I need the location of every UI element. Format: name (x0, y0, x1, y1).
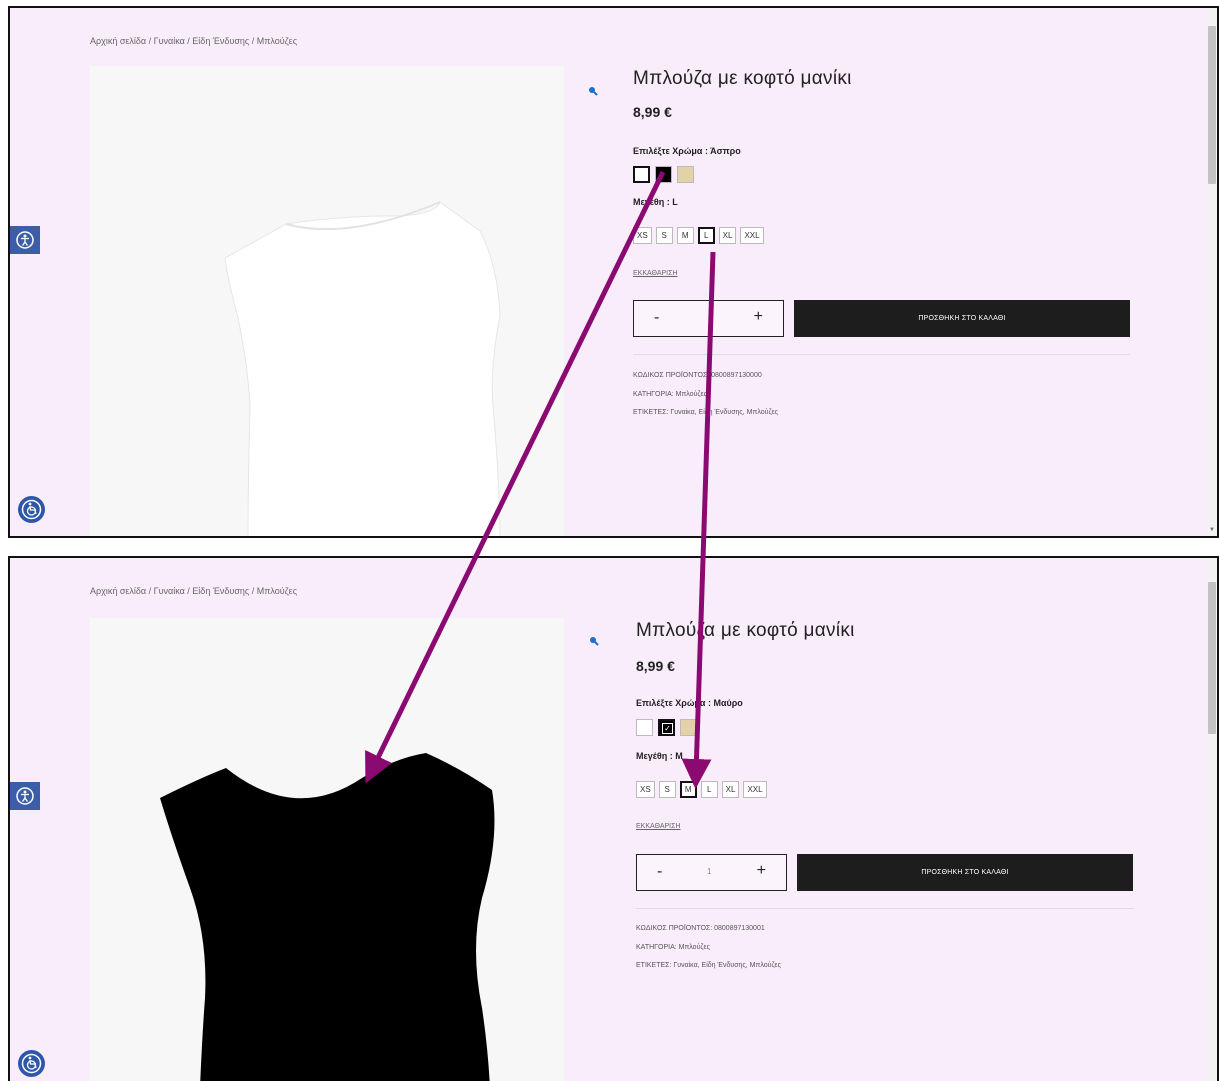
color-swatches (633, 166, 694, 183)
checkmark-icon: ✓ (662, 723, 673, 734)
white-tshirt-image (224, 201, 501, 536)
product-category[interactable]: ΚΑΤΗΓΟΡΙΑ: Μπλούζες (636, 944, 710, 951)
size-l[interactable]: L (697, 227, 715, 244)
accessibility-wheelchair-icon (21, 1053, 42, 1074)
size-l[interactable]: L (700, 781, 718, 798)
increase-qty-button[interactable]: + (754, 308, 763, 326)
swatch-black[interactable] (655, 166, 672, 183)
accessibility-person-icon (16, 231, 34, 249)
breadcrumb[interactable]: Αρχική σελίδα / Γυναίκα / Είδη Ένδυσης /… (90, 586, 297, 596)
product-title: Μπλούζα με κοφτό μανίκι (636, 620, 855, 641)
product-page-before: Αρχική σελίδα / Γυναίκα / Είδη Ένδυσης /… (8, 6, 1219, 538)
accessibility-widget-button[interactable] (18, 1050, 45, 1077)
increase-qty-button[interactable]: + (757, 862, 766, 880)
size-s[interactable]: S (655, 227, 673, 244)
decrease-qty-button[interactable]: - (657, 863, 662, 881)
scrollbar[interactable] (1207, 558, 1217, 1081)
quantity-stepper: - + (633, 300, 784, 337)
product-sku: ΚΩΔΙΚΟΣ ΠΡΟΪΟΝΤΟΣ: 0800897130001 (636, 925, 765, 932)
color-swatches: ✓ (636, 719, 697, 736)
divider (633, 354, 1130, 355)
size-options: XS S M L XL XXL (633, 227, 764, 244)
scroll-down-arrow-icon[interactable]: ▼ (1209, 527, 1215, 533)
breadcrumb[interactable]: Αρχική σελίδα / Γυναίκα / Είδη Ένδυσης /… (90, 36, 297, 46)
size-xl[interactable]: XL (721, 781, 740, 798)
size-label: Μεγέθη : M (636, 751, 683, 761)
size-xl[interactable]: XL (718, 227, 737, 244)
swatch-black[interactable]: ✓ (658, 719, 675, 736)
zoom-icon[interactable] (588, 86, 598, 96)
product-category[interactable]: ΚΑΤΗΓΟΡΙΑ: Μπλούζες (633, 391, 707, 398)
size-xxl[interactable]: XXL (740, 227, 764, 244)
swatch-beige[interactable] (680, 719, 697, 736)
product-page-after: Αρχική σελίδα / Γυναίκα / Είδη Ένδυσης /… (8, 556, 1219, 1081)
clear-selection-link[interactable]: ΕΚΚΑΘΑΡΙΣΗ (636, 823, 681, 830)
size-label: Μεγέθη : L (633, 197, 678, 207)
swatch-white[interactable] (636, 719, 653, 736)
accessibility-wheelchair-icon (21, 499, 42, 520)
product-tags[interactable]: ΕΤΙΚΕΤΕΣ: Γυναίκα, Είδη Ένδυσης, Μπλούζε… (636, 962, 781, 969)
decrease-qty-button[interactable]: - (654, 309, 659, 327)
product-tags[interactable]: ΕΤΙΚΕΤΕΣ: Γυναίκα, Είδη Ένδυσης, Μπλούζε… (633, 409, 778, 416)
color-label: Επιλέξτε Χρώμα : Άσπρο (633, 146, 741, 156)
quantity-stepper: - 1 + (636, 854, 787, 891)
size-xxl[interactable]: XXL (743, 781, 767, 798)
product-price: 8,99 € (636, 658, 675, 674)
accessibility-person-icon (16, 787, 34, 805)
accessibility-side-button[interactable] (10, 226, 40, 254)
size-s[interactable]: S (658, 781, 676, 798)
size-xs[interactable]: XS (633, 227, 652, 244)
black-tshirt-image (160, 753, 495, 1081)
size-xs[interactable]: XS (636, 781, 655, 798)
zoom-icon[interactable] (589, 636, 599, 646)
size-options: XS S M L XL XXL (636, 781, 767, 798)
scrollbar[interactable]: ▼ (1207, 8, 1217, 536)
swatch-white[interactable] (633, 166, 650, 183)
product-image[interactable] (90, 618, 564, 1081)
add-to-cart-button[interactable]: ΠΡΟΣΘΗΚΗ ΣΤΟ ΚΑΛΑΘΙ (794, 300, 1130, 337)
scrollbar-thumb[interactable] (1208, 582, 1216, 734)
add-to-cart-button[interactable]: ΠΡΟΣΘΗΚΗ ΣΤΟ ΚΑΛΑΘΙ (797, 854, 1133, 891)
scrollbar-thumb[interactable] (1208, 26, 1216, 184)
swatch-beige[interactable] (677, 166, 694, 183)
size-m[interactable]: M (676, 227, 694, 244)
divider (636, 908, 1133, 909)
size-m[interactable]: M (679, 781, 697, 798)
product-sku: ΚΩΔΙΚΟΣ ΠΡΟΪΟΝΤΟΣ: 0800897130000 (633, 372, 762, 379)
product-price: 8,99 € (633, 104, 672, 120)
clear-selection-link[interactable]: ΕΚΚΑΘΑΡΙΣΗ (633, 270, 678, 277)
color-label: Επιλέξτε Χρώμα : Μαύρο (636, 698, 743, 708)
quantity-input[interactable]: 1 (707, 867, 711, 876)
product-title: Μπλούζα με κοφτό μανίκι (633, 68, 852, 89)
accessibility-side-button[interactable] (10, 782, 40, 810)
accessibility-widget-button[interactable] (18, 496, 45, 523)
product-image[interactable] (90, 66, 564, 536)
